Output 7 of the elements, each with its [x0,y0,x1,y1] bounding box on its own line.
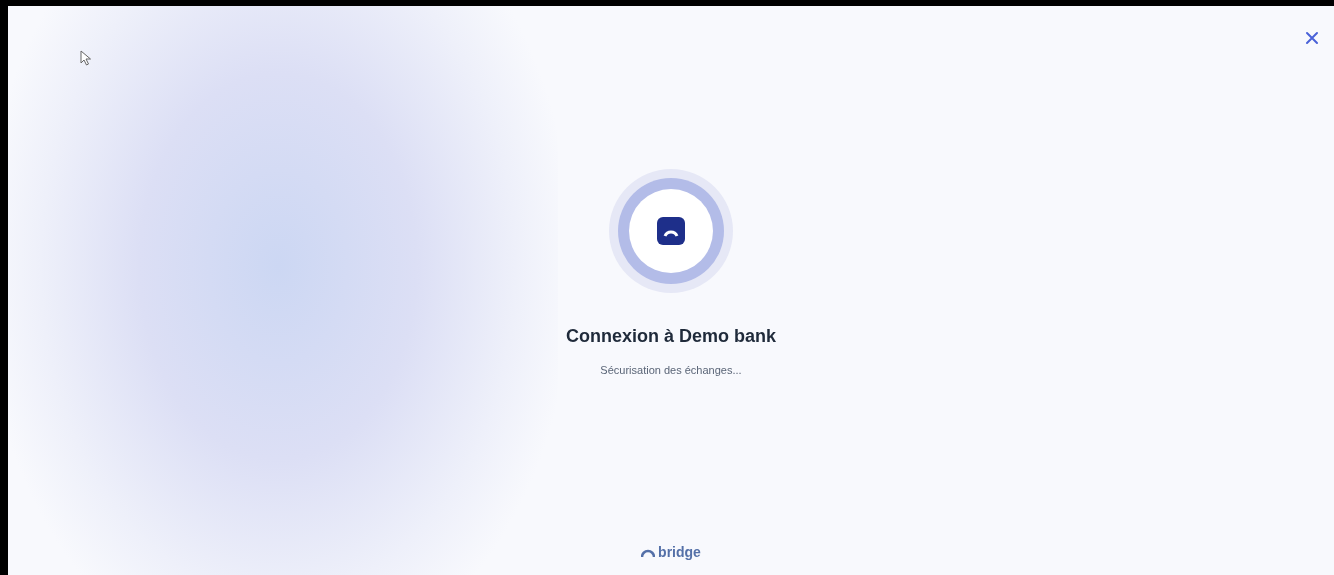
pointer-icon [80,50,92,66]
bank-logo-icon [657,217,685,245]
brand-name: bridge [658,543,701,562]
close-icon [1305,31,1319,45]
arch-icon [641,547,656,558]
connection-title: Connexion à Demo bank [565,325,776,348]
status-text: Sécurisation des échanges... [600,363,742,378]
